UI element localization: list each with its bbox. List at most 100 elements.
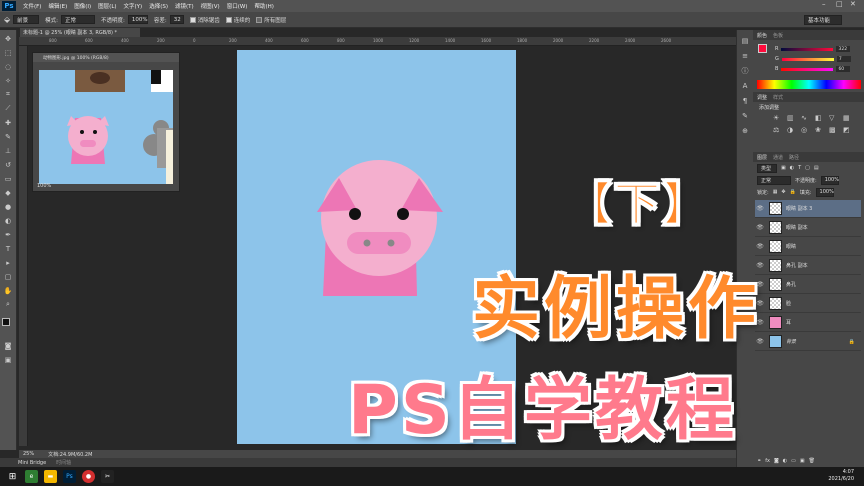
photo-filter-icon[interactable]: ◎ xyxy=(801,126,811,134)
filter-adjust-icon[interactable]: ◐ xyxy=(790,165,794,171)
link-layers-icon[interactable]: ⚭ xyxy=(757,458,761,464)
filter-shape-icon[interactable]: ▢ xyxy=(805,165,810,171)
foreground-color-swatch[interactable] xyxy=(2,318,10,326)
layer-row[interactable]: 👁 鼻孔 副本 xyxy=(755,257,861,275)
photoshop-taskbar-icon[interactable]: Ps xyxy=(63,470,76,483)
tab-color[interactable]: 颜色 xyxy=(757,32,767,39)
video-app-icon[interactable]: ✂ xyxy=(101,470,114,483)
path-select-tool-icon[interactable]: ▸ xyxy=(3,257,14,268)
black-white-icon[interactable]: ◑ xyxy=(787,126,797,134)
layer-row[interactable]: 👁 脸 xyxy=(755,295,861,313)
tab-styles[interactable]: 样式 xyxy=(773,94,783,101)
history-panel-icon[interactable]: ▤ xyxy=(741,36,750,45)
zoom-level[interactable]: 25% xyxy=(23,451,34,457)
paint-bucket-tool-icon[interactable]: ◆ xyxy=(3,187,14,198)
filter-smart-icon[interactable]: ▤ xyxy=(814,165,819,171)
color-balance-icon[interactable]: ⚖ xyxy=(773,126,783,134)
fill-input[interactable]: 100% xyxy=(815,187,834,197)
channel-mixer-icon[interactable]: ❀ xyxy=(815,126,825,134)
reference-window-title[interactable]: 动物图形.jpg @ 100% (RGB/8) xyxy=(33,53,179,62)
antialias-checkbox[interactable] xyxy=(189,16,196,23)
stamp-tool-icon[interactable]: ⊥ xyxy=(3,145,14,156)
magic-wand-tool-icon[interactable]: ✧ xyxy=(3,75,14,86)
all-layers-checkbox[interactable] xyxy=(256,16,263,23)
menu-window[interactable]: 窗口(W) xyxy=(227,2,248,10)
fill-source-select[interactable]: 前景 xyxy=(13,15,40,24)
system-clock[interactable]: 4:07 2021/6/20 xyxy=(828,469,854,483)
color-spectrum-bar[interactable] xyxy=(757,80,861,89)
reference-image-window[interactable]: 动物图形.jpg @ 100% (RGB/8) 100% xyxy=(32,52,180,192)
file-explorer-icon[interactable]: ▬ xyxy=(44,470,57,483)
brightness-icon[interactable]: ☀ xyxy=(773,114,783,122)
curves-icon[interactable]: ∿ xyxy=(801,114,811,122)
tab-paths[interactable]: 路径 xyxy=(789,154,799,161)
layer-row[interactable]: 👁 眼睛 xyxy=(755,238,861,256)
new-layer-icon[interactable]: ▣ xyxy=(800,458,805,464)
b-value[interactable]: 60 xyxy=(836,66,851,72)
mini-bridge-tab[interactable]: Mini Bridge xyxy=(18,460,46,466)
color-fg-chip[interactable] xyxy=(758,44,767,53)
visibility-eye-icon[interactable]: 👁 xyxy=(755,224,765,231)
browser-app-icon[interactable]: e xyxy=(25,470,38,483)
filter-type-icon[interactable]: T xyxy=(798,165,801,171)
add-mask-icon[interactable]: ◙ xyxy=(774,458,779,464)
crop-tool-icon[interactable]: ⌗ xyxy=(3,89,14,100)
lock-all-icon[interactable]: 🔒 xyxy=(790,189,796,195)
eyedropper-tool-icon[interactable]: ⟋ xyxy=(3,103,14,114)
menu-select[interactable]: 选择(S) xyxy=(149,2,168,10)
windows-start-icon[interactable]: ⊞ xyxy=(6,470,19,483)
opacity-input[interactable]: 100% xyxy=(127,15,148,24)
tab-layers[interactable]: 图层 xyxy=(757,154,767,161)
visibility-eye-icon[interactable]: 👁 xyxy=(755,205,765,212)
menu-type[interactable]: 文字(Y) xyxy=(124,2,143,10)
tab-swatches[interactable]: 色板 xyxy=(773,32,783,39)
r-value[interactable]: 322 xyxy=(836,46,851,52)
healing-tool-icon[interactable]: ✚ xyxy=(3,117,14,128)
menu-view[interactable]: 视图(V) xyxy=(201,2,220,10)
layer-style-icon[interactable]: fx xyxy=(765,458,770,464)
quick-mask-icon[interactable]: ◙ xyxy=(3,340,14,351)
lookup-icon[interactable]: ▩ xyxy=(829,126,839,134)
screen-mode-icon[interactable]: ▣ xyxy=(3,354,14,365)
b-slider[interactable] xyxy=(781,67,834,71)
paint-bucket-icon[interactable]: ⬙ xyxy=(4,15,10,24)
delete-layer-icon[interactable]: 🗑 xyxy=(809,458,815,464)
media-app-icon[interactable]: ● xyxy=(82,470,95,483)
pen-tool-icon[interactable]: ✒ xyxy=(3,229,14,240)
g-value[interactable]: 7 xyxy=(836,56,851,62)
lasso-tool-icon[interactable]: ◌ xyxy=(3,61,14,72)
type-tool-icon[interactable]: T xyxy=(3,243,14,254)
layer-row[interactable]: 👁 眼睛 副本 3 xyxy=(755,200,861,218)
history-brush-icon[interactable]: ↺ xyxy=(3,159,14,170)
layer-row[interactable]: 👁 背景 🔒 xyxy=(755,333,861,351)
tab-channels[interactable]: 通道 xyxy=(773,154,783,161)
exposure-icon[interactable]: ◧ xyxy=(815,114,825,122)
blur-tool-icon[interactable]: ● xyxy=(3,201,14,212)
document-tab[interactable]: 未标题-1 @ 25% (眼睛 副本 3, RGB/8) * xyxy=(20,28,140,37)
invert-icon[interactable]: ◩ xyxy=(843,126,853,134)
menu-file[interactable]: 文件(F) xyxy=(23,2,41,10)
g-slider[interactable] xyxy=(781,57,834,61)
r-slider[interactable] xyxy=(781,47,834,51)
menu-image[interactable]: 图像(I) xyxy=(74,2,91,10)
character-panel-icon[interactable]: A xyxy=(741,81,750,90)
contiguous-checkbox[interactable] xyxy=(225,16,232,23)
blend-mode-select[interactable]: 正常 xyxy=(757,175,791,185)
properties-panel-icon[interactable]: ≡ xyxy=(741,51,750,60)
close-icon[interactable]: ✕ xyxy=(850,0,856,8)
visibility-eye-icon[interactable]: 👁 xyxy=(755,243,765,250)
clone-source-icon[interactable]: ⊕ xyxy=(741,126,750,135)
levels-icon[interactable]: ▥ xyxy=(787,114,797,122)
new-group-icon[interactable]: ▭ xyxy=(791,458,796,464)
shape-tool-icon[interactable]: ▢ xyxy=(3,271,14,282)
layer-opacity-input[interactable]: 100% xyxy=(820,175,839,185)
menu-filter[interactable]: 滤镜(T) xyxy=(175,2,194,10)
filter-pixel-icon[interactable]: ▣ xyxy=(781,165,786,171)
hue-sat-icon[interactable]: ▦ xyxy=(843,114,853,122)
lock-pixels-icon[interactable]: ▦ xyxy=(773,189,778,195)
layer-row[interactable]: 👁 眼睛 副本 xyxy=(755,219,861,237)
workspace-select[interactable]: 基本功能 xyxy=(804,15,842,25)
zoom-tool-icon[interactable]: ⌕ xyxy=(3,299,14,310)
mode-select[interactable]: 正常 xyxy=(61,15,96,24)
move-tool-icon[interactable]: ✥ xyxy=(3,33,14,44)
